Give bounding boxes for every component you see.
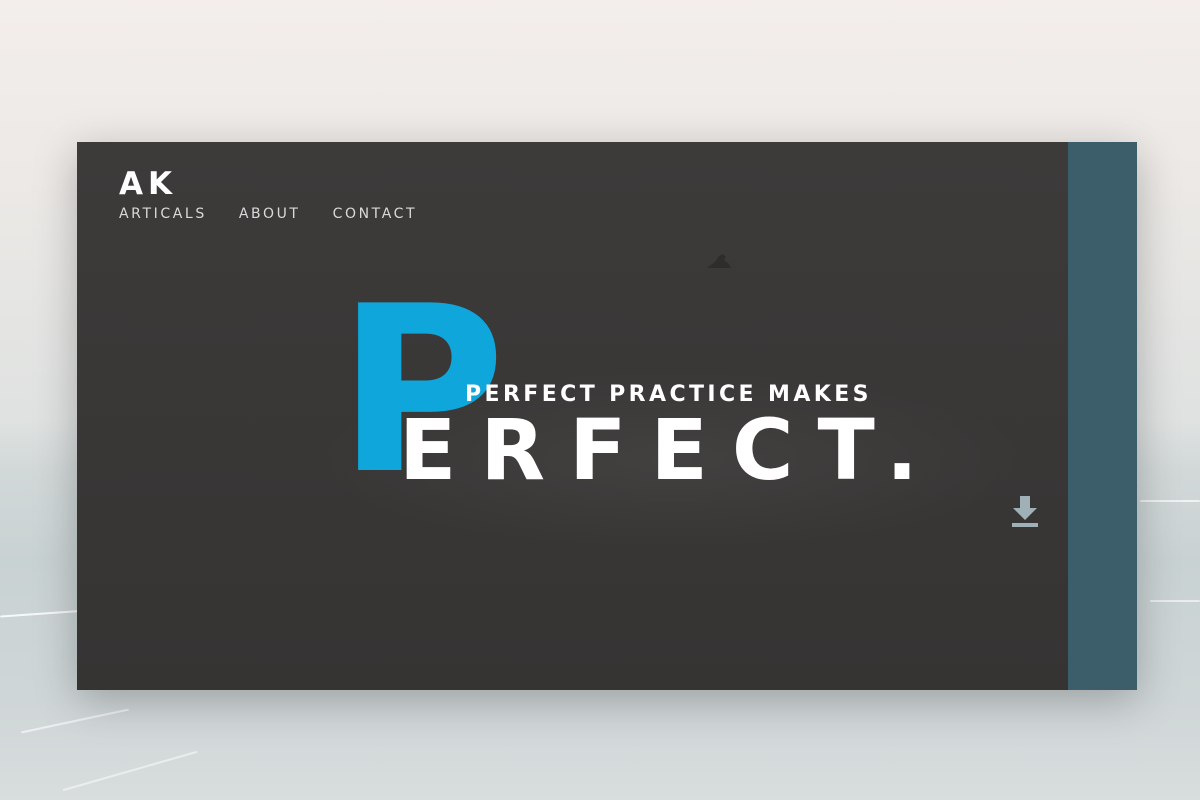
hero-word: ERFECT. [399,401,942,499]
hero-main-panel: AK ARTICALS ABOUT CONTACT P PERFECT PRAC… [77,142,1068,690]
nav-contact-link[interactable]: CONTACT [333,206,418,222]
bird-silhouette [707,254,731,268]
nav-articals-link[interactable]: ARTICALS [119,206,207,222]
download-icon[interactable] [1010,494,1040,528]
nav-about-link[interactable]: ABOUT [239,206,301,222]
background-wave [62,750,198,792]
background-wave [20,708,130,734]
background-wave [1140,500,1200,502]
background-wave [1150,600,1200,602]
site-logo[interactable]: AK [119,166,177,202]
main-nav: ARTICALS ABOUT CONTACT [119,206,417,222]
hero-card: AK ARTICALS ABOUT CONTACT P PERFECT PRAC… [77,142,1137,690]
side-panel [1068,142,1137,690]
